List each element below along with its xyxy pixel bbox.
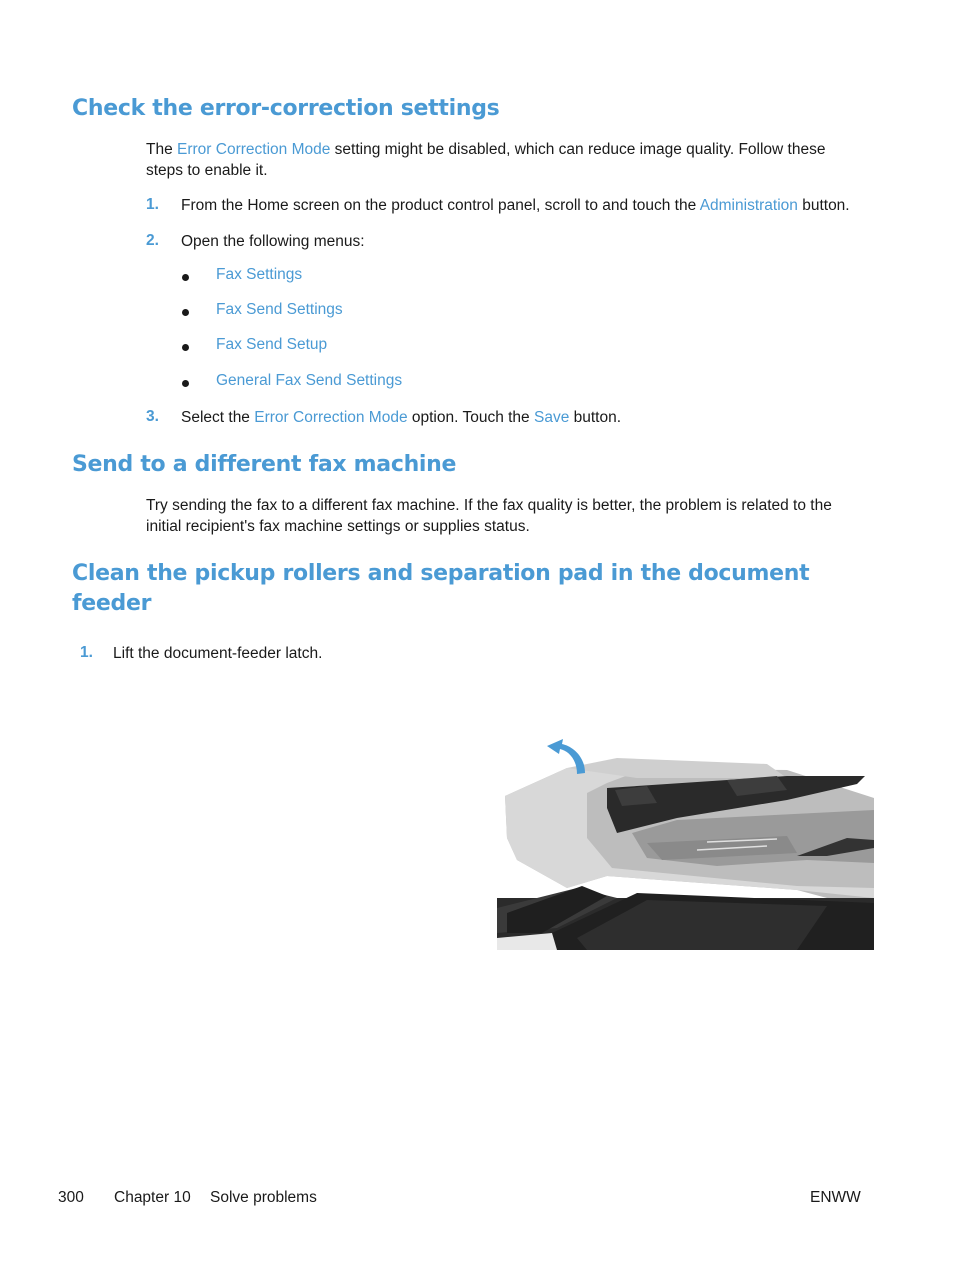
step-text: button.: [569, 409, 622, 426]
menu-fax-send-setup[interactable]: Fax Send Setup: [216, 336, 327, 354]
step-text: button.: [797, 197, 850, 214]
step-number: 1.: [80, 644, 93, 661]
step-number: 1.: [146, 196, 159, 213]
step-1: From the Home screen on the product cont…: [181, 195, 850, 216]
intro-paragraph: The Error Correction Mode setting might …: [146, 139, 825, 181]
error-correction-mode-link[interactable]: Error Correction Mode: [254, 409, 407, 426]
step-text: Select the: [181, 409, 255, 426]
bullet: [182, 309, 189, 316]
footer-locale: ENWW: [810, 1189, 861, 1206]
step-text: From the Home screen on the product cont…: [181, 197, 700, 214]
menu-fax-send-settings[interactable]: Fax Send Settings: [216, 301, 343, 319]
footer-chapter: Chapter 10: [114, 1189, 191, 1206]
page-number: 300: [58, 1189, 84, 1206]
section-heading-clean-rollers: Clean the pickup rollers and separation …: [72, 559, 810, 619]
administration-link[interactable]: Administration: [700, 197, 798, 214]
section-heading-error-correction: Check the error-correction settings: [72, 96, 500, 121]
bullet: [182, 380, 189, 387]
heading-text: feeder: [72, 591, 152, 616]
menu-fax-settings[interactable]: Fax Settings: [216, 266, 302, 284]
footer-chapter-title: Solve problems: [210, 1189, 317, 1206]
document-feeder-illustration: [497, 739, 874, 950]
intro-text: The: [146, 141, 178, 158]
step-1-lift-latch: Lift the document-feeder latch.: [113, 645, 323, 662]
bullet: [182, 344, 189, 351]
paragraph-text: Try sending the fax to a different fax m…: [146, 497, 832, 514]
step-number: 2.: [146, 232, 159, 249]
bullet: [182, 274, 189, 281]
section-heading-different-fax: Send to a different fax machine: [72, 452, 457, 477]
step-text: option. Touch the: [407, 409, 534, 426]
different-fax-paragraph: Try sending the fax to a different fax m…: [146, 495, 832, 537]
paragraph-text: initial recipient's fax machine settings…: [146, 518, 530, 535]
save-link[interactable]: Save: [534, 409, 569, 426]
intro-text: steps to enable it.: [146, 162, 268, 179]
menu-general-fax-send-settings[interactable]: General Fax Send Settings: [216, 372, 402, 390]
heading-text: Clean the pickup rollers and separation …: [72, 561, 810, 586]
step-2: Open the following menus:: [181, 233, 365, 250]
error-correction-mode-link[interactable]: Error Correction Mode: [177, 141, 330, 158]
intro-text: setting might be disabled, which can red…: [330, 141, 826, 158]
step-number: 3.: [146, 408, 159, 425]
step-3: Select the Error Correction Mode option.…: [181, 407, 621, 428]
